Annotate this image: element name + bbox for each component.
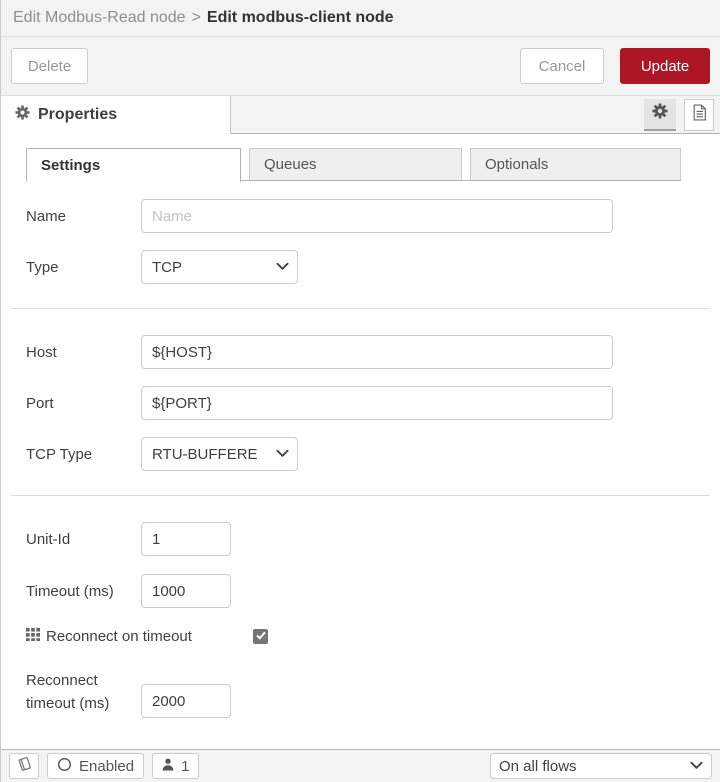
edit-node-dialog: Edit Modbus-Read node > Edit modbus-clie… <box>0 0 720 782</box>
panel-tab-row: Properties <box>1 95 720 134</box>
delete-button[interactable]: Delete <box>11 48 88 84</box>
gear-icon <box>652 103 668 124</box>
properties-form: Settings Queues Optionals Name Type TCP … <box>1 134 720 718</box>
host-field-row: Host <box>1 335 720 369</box>
deploy-scope-select[interactable]: On all flows <box>490 753 712 779</box>
check-icon <box>255 627 266 645</box>
document-icon <box>692 103 707 126</box>
dialog-toolbar: Delete Cancel Update <box>1 37 720 95</box>
port-label: Port <box>26 394 54 412</box>
reconnect-timeout-label: Reconnect timeout (ms) <box>26 672 110 712</box>
reconnect-label: Reconnect on timeout <box>46 627 192 645</box>
reconnect-checkbox[interactable] <box>253 627 268 645</box>
reconnect-timeout-input[interactable] <box>141 684 231 718</box>
port-input[interactable] <box>141 386 613 420</box>
type-label: Type <box>26 258 59 276</box>
section-divider <box>11 495 710 496</box>
info-book-button[interactable] <box>9 753 39 779</box>
breadcrumb-separator: > <box>191 9 201 26</box>
book-icon <box>16 756 33 776</box>
reconnect-timeout-field-row: Reconnect timeout (ms) <box>1 669 720 718</box>
type-select[interactable]: TCP <box>141 250 298 284</box>
cancel-button[interactable]: Cancel <box>520 48 604 84</box>
name-label: Name <box>26 207 67 225</box>
settings-tabs: Settings Queues Optionals <box>26 148 681 182</box>
gear-icon <box>15 105 30 125</box>
timeout-field-row: Timeout (ms) <box>1 574 720 608</box>
port-field-row: Port <box>1 386 720 420</box>
breadcrumb-current: Edit modbus-client node <box>206 9 394 26</box>
enabled-label: Enabled <box>79 757 135 775</box>
breadcrumb-parent-link[interactable]: Edit Modbus-Read node <box>13 9 186 27</box>
circle-icon <box>57 757 72 776</box>
node-count: 1 <box>181 757 190 775</box>
unit-id-input[interactable] <box>141 522 231 556</box>
dialog-footer: Enabled 1 On all flows <box>1 749 720 782</box>
tcp-type-field-row: TCP Type RTU-BUFFERED <box>1 437 720 471</box>
enabled-toggle-button[interactable]: Enabled <box>47 753 145 779</box>
unit-id-label: Unit-Id <box>26 530 71 548</box>
unit-id-field-row: Unit-Id <box>1 522 720 556</box>
name-field-row: Name <box>1 199 720 233</box>
breadcrumb: Edit Modbus-Read node > Edit modbus-clie… <box>1 0 720 37</box>
name-input[interactable] <box>141 199 613 233</box>
person-icon <box>162 758 174 775</box>
tab-properties[interactable]: Properties <box>1 96 231 134</box>
tcp-type-select[interactable]: RTU-BUFFERED <box>141 437 298 471</box>
tab-optionals[interactable]: Optionals <box>470 148 681 180</box>
tab-queues[interactable]: Queues <box>249 148 462 180</box>
type-field-row: Type TCP <box>1 250 720 284</box>
panel-actions <box>644 96 720 133</box>
description-doc-button[interactable] <box>684 98 714 131</box>
timeout-label: Timeout (ms) <box>26 582 114 600</box>
reconnect-field-row: Reconnect on timeout <box>1 627 720 645</box>
tcp-type-label: TCP Type <box>26 445 93 463</box>
node-count-button[interactable]: 1 <box>152 753 200 779</box>
panel-title: Properties <box>38 106 118 123</box>
host-input[interactable] <box>141 335 613 369</box>
tab-settings[interactable]: Settings <box>26 148 241 182</box>
update-button[interactable]: Update <box>620 48 710 84</box>
timeout-input[interactable] <box>141 574 231 608</box>
settings-gear-button[interactable] <box>644 98 676 131</box>
host-label: Host <box>26 343 57 361</box>
grid-icon <box>26 627 40 645</box>
section-divider <box>11 308 710 309</box>
